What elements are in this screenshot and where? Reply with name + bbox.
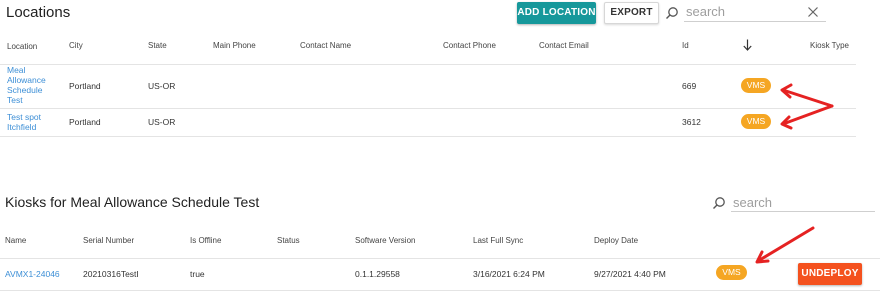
annotation-arrow (780, 83, 834, 108)
annotation-arrow (755, 226, 815, 264)
annotation-arrow (780, 104, 834, 130)
annotation-arrows (755, 83, 834, 264)
